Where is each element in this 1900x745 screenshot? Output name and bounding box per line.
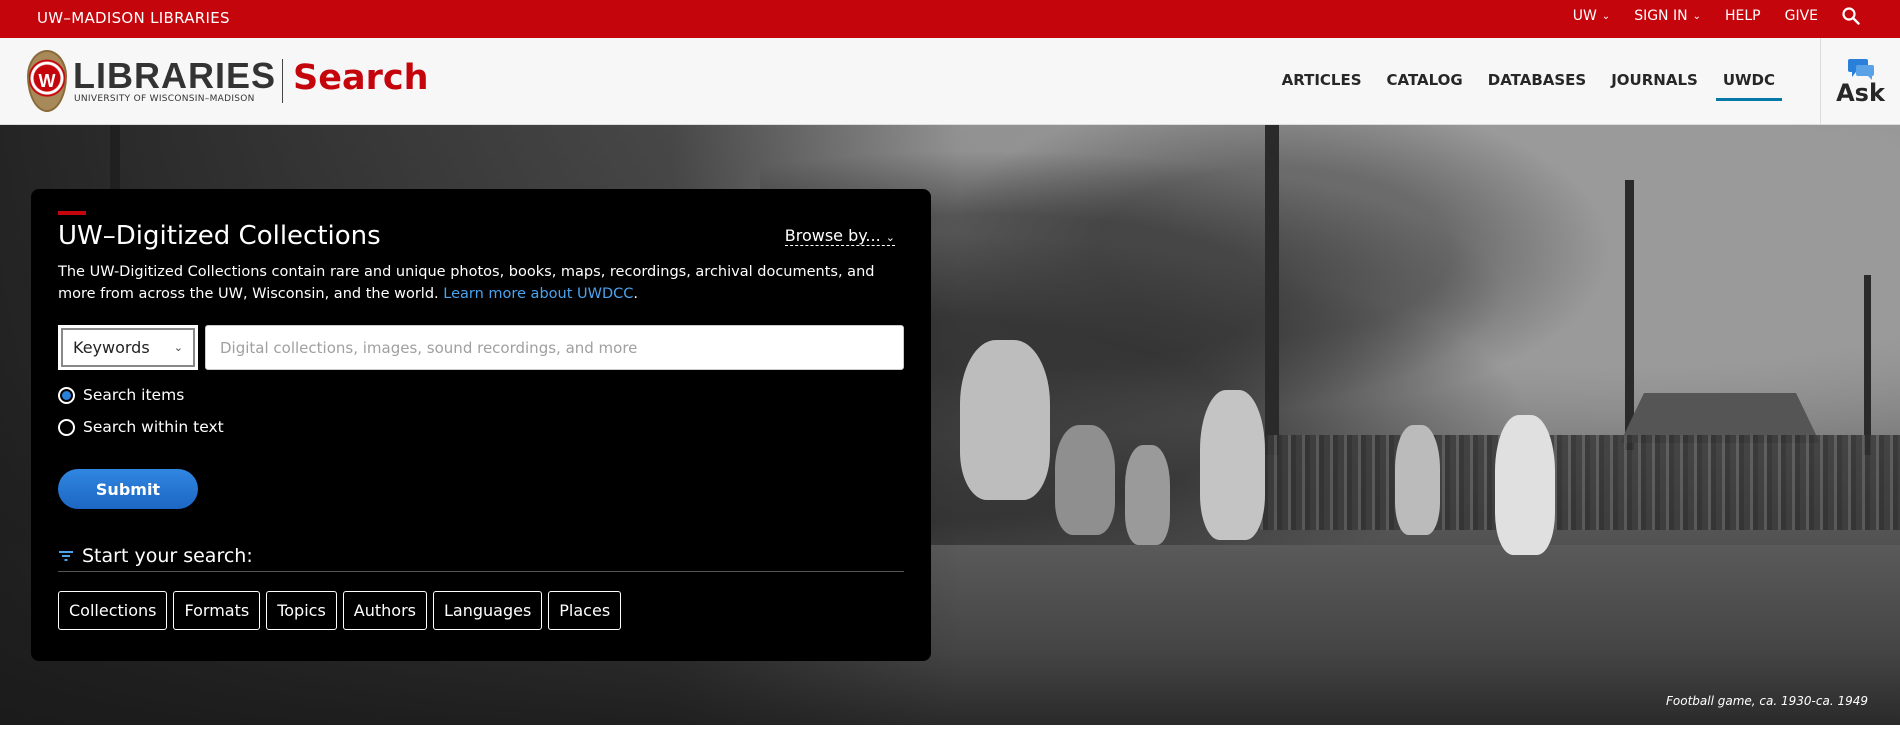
logo-search-text: Search bbox=[293, 58, 429, 98]
radio-label: Search within text bbox=[83, 418, 224, 436]
radio-button[interactable] bbox=[58, 418, 75, 436]
logo-university-text: UNIVERSITY OF WISCONSIN–MADISON bbox=[74, 94, 255, 104]
uw-crest-icon: W bbox=[27, 50, 67, 112]
hero-player bbox=[1395, 425, 1440, 535]
sign-in-label: SIGN IN bbox=[1634, 8, 1688, 24]
logo-divider bbox=[282, 59, 284, 103]
search-button[interactable] bbox=[1842, 7, 1860, 25]
hero-crowd bbox=[1240, 435, 1900, 530]
chip-formats[interactable]: Formats bbox=[173, 591, 261, 630]
radio-search-within-text[interactable]: Search within text bbox=[58, 418, 224, 436]
chevron-down-icon: ⌄ bbox=[1692, 10, 1701, 22]
help-link[interactable]: HELP bbox=[1725, 8, 1761, 24]
chip-places[interactable]: Places bbox=[548, 591, 622, 630]
chip-authors[interactable]: Authors bbox=[342, 591, 427, 630]
hero-player bbox=[1200, 390, 1265, 540]
nav-journals[interactable]: JOURNALS bbox=[1611, 71, 1698, 89]
chip-topics[interactable]: Topics bbox=[266, 591, 337, 630]
page-title: UW–Digitized Collections bbox=[58, 221, 381, 251]
hero-player bbox=[1125, 445, 1170, 545]
ask-button[interactable]: Ask bbox=[1820, 38, 1900, 125]
search-type-select[interactable]: Keywords ⌄ bbox=[58, 325, 198, 370]
search-input[interactable] bbox=[205, 325, 904, 370]
give-label: GIVE bbox=[1784, 8, 1818, 24]
filter-icon bbox=[59, 551, 73, 561]
radio-button-checked[interactable] bbox=[58, 386, 75, 404]
search-type-value: Keywords bbox=[73, 338, 150, 357]
logo-wordmark: LIBRARIES UNIVERSITY OF WISCONSIN–MADISO… bbox=[73, 55, 277, 105]
libraries-search-logo[interactable]: W LIBRARIES UNIVERSITY OF WISCONSIN–MADI… bbox=[27, 50, 429, 112]
hero-player bbox=[1055, 425, 1115, 535]
main-nav: ARTICLES CATALOG DATABASES JOURNALS UWDC bbox=[1282, 71, 1783, 101]
title-accent bbox=[58, 211, 86, 215]
photo-caption: Football game, ca. 1930-ca. 1949 bbox=[1666, 694, 1868, 708]
radio-search-items[interactable]: Search items bbox=[58, 386, 184, 404]
start-label: Start your search: bbox=[82, 545, 253, 567]
submit-button[interactable]: Submit bbox=[58, 469, 198, 509]
browse-chips: Collections Formats Topics Authors Langu… bbox=[58, 591, 622, 630]
help-label: HELP bbox=[1724, 8, 1761, 24]
search-icon bbox=[1842, 7, 1860, 25]
chevron-down-icon: ⌄ bbox=[885, 231, 895, 244]
nav-catalog[interactable]: CATALOG bbox=[1387, 71, 1463, 89]
top-utility-bar: UW–MADISON LIBRARIES UW ⌄ SIGN IN ⌄ HELP… bbox=[0, 0, 1900, 38]
chip-languages[interactable]: Languages bbox=[432, 591, 543, 630]
start-your-search-heading: Start your search: bbox=[58, 545, 904, 572]
hero-player bbox=[960, 340, 1050, 500]
crest-letter: W bbox=[38, 70, 56, 91]
nav-articles[interactable]: ARTICLES bbox=[1282, 71, 1362, 89]
radio-label: Search items bbox=[83, 386, 185, 404]
hero-pole bbox=[1265, 125, 1279, 455]
hero-pole bbox=[1625, 180, 1634, 450]
uw-menu-label: UW bbox=[1572, 8, 1597, 24]
nav-databases[interactable]: DATABASES bbox=[1488, 71, 1586, 89]
learn-more-link[interactable]: Learn more about UWDCC bbox=[443, 286, 633, 302]
description: The UW-Digitized Collections contain rar… bbox=[58, 261, 898, 305]
site-header: W LIBRARIES UNIVERSITY OF WISCONSIN–MADI… bbox=[0, 38, 1900, 125]
hero-player bbox=[1495, 415, 1555, 555]
logo-libraries-text: LIBRARIES bbox=[73, 55, 277, 96]
ask-label: Ask bbox=[1836, 78, 1885, 107]
chat-bubbles-icon bbox=[1847, 58, 1874, 80]
chevron-down-icon: ⌄ bbox=[1601, 10, 1611, 22]
hero-pole bbox=[1864, 275, 1871, 455]
browse-by-menu[interactable]: Browse by... ⌄ bbox=[784, 226, 895, 246]
sign-in-menu[interactable]: SIGN IN ⌄ bbox=[1634, 8, 1701, 24]
search-panel: UW–Digitized Collections Browse by... ⌄ … bbox=[31, 189, 931, 661]
utility-nav: UW ⌄ SIGN IN ⌄ HELP GIVE bbox=[1573, 7, 1860, 25]
chip-collections[interactable]: Collections bbox=[58, 591, 168, 630]
uw-madison-libraries-link[interactable]: UW–MADISON LIBRARIES bbox=[37, 9, 230, 27]
give-link[interactable]: GIVE bbox=[1785, 8, 1818, 24]
browse-by-label: Browse by... bbox=[784, 226, 881, 245]
description-suffix: . bbox=[633, 286, 638, 302]
uw-menu[interactable]: UW ⌄ bbox=[1573, 8, 1610, 24]
page-bottom bbox=[0, 725, 1900, 745]
chevron-down-icon: ⌄ bbox=[173, 341, 183, 354]
nav-uwdc[interactable]: UWDC bbox=[1715, 71, 1783, 101]
